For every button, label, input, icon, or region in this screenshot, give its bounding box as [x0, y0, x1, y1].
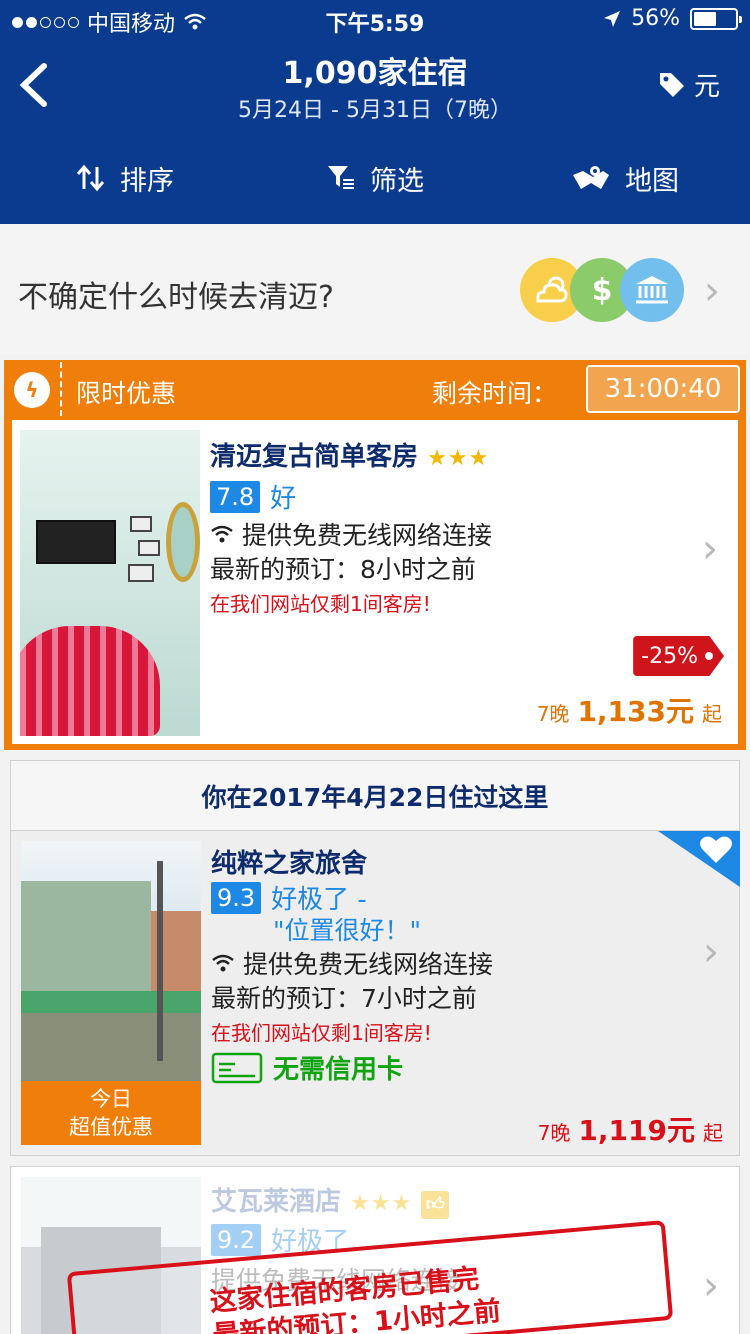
- location-arrow-icon: [604, 10, 621, 27]
- lightning-icon: ϟ: [14, 372, 50, 408]
- battery-icon: [690, 7, 742, 30]
- wifi-icon: [211, 525, 233, 543]
- status-bar: 中国移动 下午5:59 56%: [0, 0, 750, 40]
- no-credit-card: 无需信用卡: [211, 1049, 403, 1086]
- heart-icon[interactable]: [699, 835, 733, 865]
- remaining-time-label: 剩余时间：: [432, 379, 558, 408]
- hotel-photo: [20, 430, 200, 736]
- hotel-name[interactable]: 纯粹之家旅舍: [211, 843, 367, 880]
- wifi-icon: [212, 954, 234, 972]
- currency-label: 元: [693, 72, 720, 102]
- price-tag-icon: [659, 72, 684, 97]
- previous-stay-header: 你在2017年4月22日住过这里: [11, 761, 739, 831]
- flash-deal-card[interactable]: ϟ 限时优惠 剩余时间： 31:00:40 清迈复古简单客房 ★★★ 7.8 好…: [4, 360, 746, 750]
- flash-deal-header: ϟ 限时优惠 剩余时间： 31:00:40: [4, 360, 746, 418]
- bank-icon: [620, 258, 684, 322]
- chevron-right-icon: ›: [703, 929, 719, 975]
- page-title: 1,090家住宿: [282, 56, 468, 91]
- rooms-left: 在我们网站仅剩1间客房!: [211, 1021, 432, 1045]
- recent-booking: 最新的预订：7小时之前: [211, 984, 477, 1013]
- today-deal-badge: 今日 超值优惠: [21, 1081, 201, 1145]
- map-button[interactable]: 地图: [500, 148, 750, 208]
- currency-button[interactable]: 元: [658, 66, 720, 103]
- divider: [60, 362, 62, 416]
- flash-deal-label: 限时优惠: [76, 379, 177, 408]
- wifi-feature: 提供免费无线网络连接: [210, 516, 492, 552]
- price-amount: 1,119元: [578, 1114, 695, 1147]
- chevron-right-icon: ›: [703, 1263, 719, 1309]
- filter-button[interactable]: 筛选: [250, 148, 500, 208]
- battery-percent: 56%: [631, 6, 680, 31]
- sort-label: 排序: [120, 165, 174, 197]
- countdown-timer: 31:00:40: [586, 365, 740, 413]
- price-amount: 1,133元: [577, 695, 694, 728]
- filter-label: 筛选: [370, 165, 424, 197]
- hotel-listing[interactable]: 清迈复古简单客房 ★★★ 7.8 好 提供免费无线网络连接 最新的预订：8小时之…: [12, 420, 738, 744]
- travel-tips-text: 不确定什么时候去清迈?: [18, 280, 334, 315]
- score-number: 7.8: [210, 480, 261, 513]
- score-number: 9.2: [211, 1223, 262, 1256]
- thumbs-up-icon: 👍︎: [421, 1191, 450, 1219]
- star-rating: ★★★: [350, 1191, 413, 1216]
- toolbar: 排序 筛选 地图: [0, 148, 750, 208]
- price-from: 起: [702, 702, 722, 726]
- review-quote: "位置很好！": [273, 916, 421, 945]
- map-icon: [573, 166, 609, 189]
- sort-button[interactable]: 排序: [0, 148, 250, 208]
- chevron-right-icon: ›: [704, 268, 720, 314]
- star-rating: ★★★: [427, 446, 490, 471]
- hotel-name: 艾瓦莱酒店 ★★★ 👍︎: [211, 1181, 450, 1219]
- price: 7晚 1,119元 起: [538, 1109, 723, 1149]
- nights: 7晚: [536, 702, 570, 726]
- app-header: 中国移动 下午5:59 56% 1,090家住宿 5月24日 - 5月31日（7…: [0, 0, 750, 224]
- price-from: 起: [703, 1121, 723, 1145]
- rooms-left: 在我们网站仅剩1间客房!: [210, 592, 431, 616]
- chevron-right-icon: ›: [702, 526, 718, 572]
- score-word: 好: [270, 484, 297, 514]
- credit-card-icon: [211, 1052, 263, 1083]
- map-label: 地图: [625, 165, 679, 197]
- price: 7晚 1,133元 起: [537, 690, 722, 730]
- hotel-photo: [21, 841, 201, 1081]
- recent-booking: 最新的预订：8小时之前: [210, 555, 476, 584]
- sort-icon: [76, 164, 105, 192]
- hotel-name[interactable]: 清迈复古简单客房 ★★★: [210, 436, 489, 473]
- date-range[interactable]: 5月24日 - 5月31日（7晚）: [0, 92, 750, 124]
- nights: 7晚: [537, 1121, 571, 1145]
- discount-badge: -25%: [633, 636, 724, 676]
- score-number: 9.3: [211, 881, 262, 914]
- previous-stay-card[interactable]: 你在2017年4月22日住过这里 今日 超值优惠 纯粹之家旅舍 9.3 好极了 …: [10, 760, 740, 1156]
- wifi-feature: 提供免费无线网络连接: [211, 945, 493, 981]
- filter-icon: [328, 166, 354, 189]
- review-score: 7.8 好: [210, 478, 296, 515]
